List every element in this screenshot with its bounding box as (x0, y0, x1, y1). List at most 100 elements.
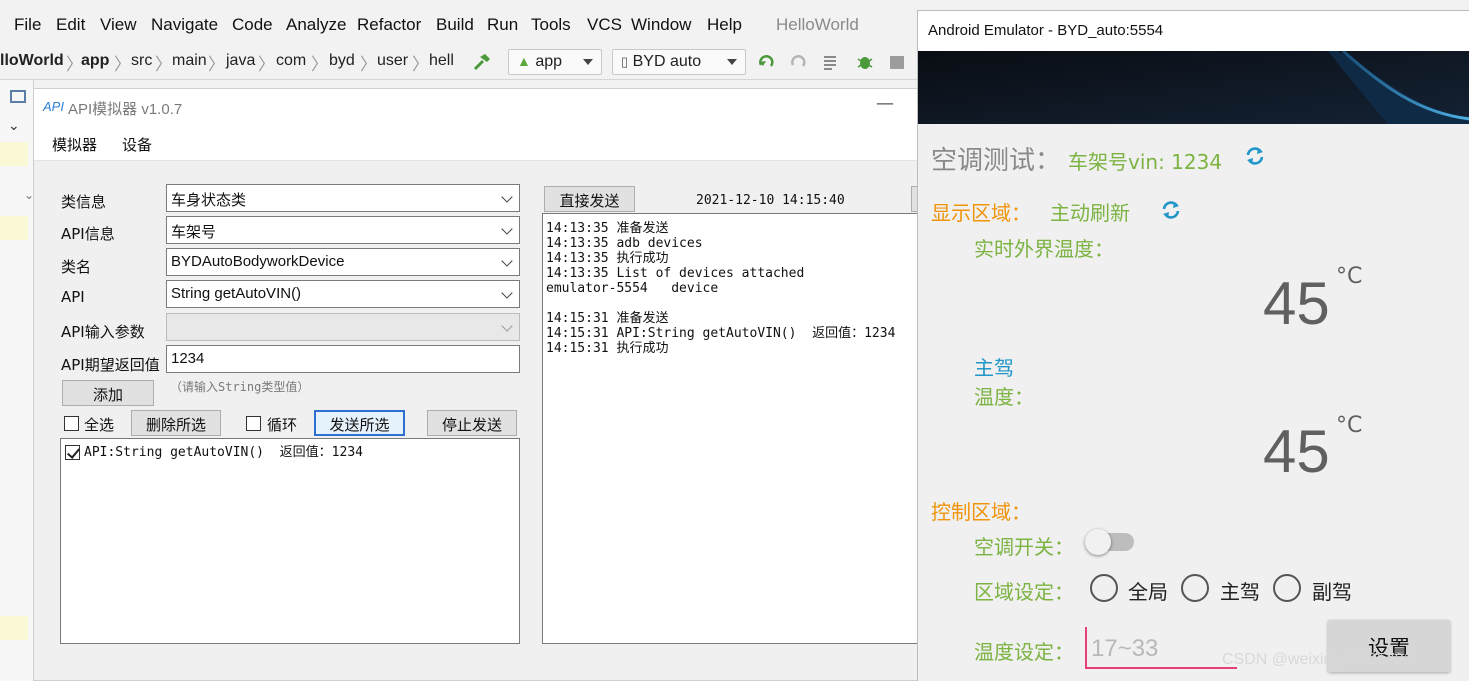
watermark: CSDN @weixin_43695721 (1222, 651, 1413, 668)
api-info-select[interactable]: 车架号 (166, 216, 520, 244)
breadcrumb-java[interactable]: java (226, 52, 255, 70)
direct-send-button[interactable]: 直接发送 (544, 186, 635, 212)
api-simulator-window: API API模拟器 v1.0.7 — 模拟器 设备 类信息 车身状态类 API… (33, 88, 923, 681)
breadcrumb-user[interactable]: user (377, 52, 408, 70)
android-icon: ▲ (517, 53, 531, 69)
driver-label: 主驾 (974, 356, 1014, 380)
zone-radio-driver[interactable] (1181, 574, 1209, 602)
zone-passenger-label[interactable]: 副驾 (1312, 576, 1352, 605)
menu-file[interactable]: File (14, 15, 41, 35)
api-info-label: API信息 (61, 225, 115, 243)
api-params-label: API输入参数 (61, 323, 145, 341)
loop-label[interactable]: 循环 (267, 414, 297, 435)
breadcrumb-module[interactable]: app (81, 52, 109, 70)
device-label: BYD auto (632, 53, 702, 70)
zone-driver-label[interactable]: 主驾 (1220, 576, 1260, 605)
api-window-title: API模拟器 v1.0.7 (68, 101, 183, 118)
class-name-label: 类名 (61, 258, 92, 276)
breadcrumb-src[interactable]: src (131, 52, 152, 70)
api-menubar: 模拟器 设备 (34, 125, 919, 161)
app-banner-image (918, 51, 1469, 124)
menu-tools[interactable]: Tools (531, 15, 571, 35)
ac-switch-thumb[interactable] (1085, 529, 1111, 555)
menu-refactor[interactable]: Refactor (357, 15, 421, 35)
breadcrumb-separator: 〉 (311, 55, 328, 75)
device-select[interactable]: ▯ BYD auto (612, 49, 746, 75)
menu-window[interactable]: Window (631, 15, 691, 35)
driver-temp-value: 45 (1263, 418, 1330, 485)
zone-all-label[interactable]: 全局 (1128, 576, 1168, 605)
display-area-label: 显示区域： (931, 201, 1031, 225)
class-name-select[interactable]: BYDAutoBodyworkDevice (166, 248, 520, 276)
zone-radio-passenger[interactable] (1273, 574, 1301, 602)
log-text: 14:13:35 准备发送 14:13:35 adb devices 14:13… (546, 221, 896, 356)
control-area-label: 控制区域： (931, 500, 1031, 524)
driver-temp-label: 温度： (974, 385, 1034, 409)
breadcrumb-hello[interactable]: hell (429, 52, 454, 70)
select-all-label[interactable]: 全选 (84, 414, 114, 435)
collapse-icon[interactable]: ⌄ (8, 118, 20, 134)
send-selected-button[interactable]: 发送所选 (314, 410, 405, 436)
class-info-select[interactable]: 车身状态类 (166, 184, 520, 212)
list-item-checkbox[interactable] (65, 445, 80, 460)
refresh-vin-icon[interactable] (1243, 144, 1267, 168)
select-all-checkbox[interactable] (64, 416, 79, 431)
chevron-down-icon (501, 287, 513, 299)
temp-setting-input[interactable]: 17~33 (1085, 627, 1237, 669)
breadcrumb-separator: 〉 (208, 55, 225, 75)
menu-help[interactable]: Help (707, 15, 742, 35)
minimize-icon[interactable]: — (876, 93, 894, 114)
menu-device[interactable]: 设备 (122, 134, 152, 155)
class-info-value: 车身状态类 (171, 192, 247, 209)
add-button[interactable]: 添加 (62, 380, 154, 406)
ide-navbar: lloWorld 〉 app 〉 src 〉 main 〉 java 〉 com… (0, 44, 920, 80)
expected-return-input[interactable]: 1234 (166, 345, 520, 373)
profile-icon[interactable] (887, 53, 907, 71)
debug-bug-icon[interactable] (855, 53, 875, 71)
api-select[interactable]: String getAutoVIN() (166, 280, 520, 308)
android-emulator-window: Android Emulator - BYD_auto:5554 空调测试： 车… (917, 10, 1469, 681)
temp-setting-placeholder: 17~33 (1091, 635, 1159, 662)
return-value-hint: （请输入String类型值） (170, 380, 310, 394)
apply-changes-icon[interactable] (757, 53, 777, 71)
loop-checkbox[interactable] (246, 416, 261, 431)
menu-view[interactable]: View (100, 15, 137, 35)
refresh-icon[interactable] (1159, 198, 1183, 222)
banner-graphic (918, 51, 1469, 124)
menu-edit[interactable]: Edit (56, 15, 85, 35)
ac-test-title: 空调测试： (931, 146, 1062, 176)
apply-code-changes-icon[interactable] (789, 53, 809, 71)
stop-send-button[interactable]: 停止发送 (427, 410, 517, 436)
delete-selected-button[interactable]: 删除所选 (131, 410, 221, 436)
menu-vcs[interactable]: VCS (587, 15, 622, 35)
menu-run[interactable]: Run (487, 15, 518, 35)
breadcrumb-separator: 〉 (360, 55, 377, 75)
run-config-select[interactable]: ▲ app (508, 49, 602, 75)
breadcrumb-byd[interactable]: byd (329, 52, 355, 70)
ide-left-gutter: ⌄ ⌄ (0, 80, 34, 681)
api-label: API (61, 288, 85, 306)
breadcrumb-separator: 〉 (258, 55, 275, 75)
menu-simulator[interactable]: 模拟器 (52, 134, 97, 155)
menu-navigate[interactable]: Navigate (151, 15, 218, 35)
breadcrumb-com[interactable]: com (276, 52, 306, 70)
zone-setting-label: 区域设定： (974, 580, 1074, 604)
api-params-select[interactable] (166, 313, 520, 341)
emulator-screen: 空调测试： 车架号vin: 1234 显示区域： 主动刷新 实时外界温度： 45… (918, 124, 1469, 681)
build-hammer-icon[interactable] (472, 53, 492, 71)
logcat-icon[interactable] (822, 53, 842, 71)
menu-build[interactable]: Build (436, 15, 474, 35)
menu-analyze[interactable]: Analyze (286, 15, 346, 35)
gutter-highlight (0, 142, 28, 166)
breadcrumb-project[interactable]: lloWorld (0, 52, 64, 70)
gutter-highlight (0, 216, 28, 240)
project-view-icon[interactable] (10, 90, 26, 103)
driver-temp-unit: °C (1336, 413, 1363, 438)
active-refresh-label[interactable]: 主动刷新 (1050, 197, 1130, 226)
api-value: String getAutoVIN() (171, 285, 302, 302)
emulator-title: Android Emulator - BYD_auto:5554 (928, 22, 1164, 39)
menu-code[interactable]: Code (232, 15, 273, 35)
zone-radio-all[interactable] (1090, 574, 1118, 602)
log-panel: 14:13:35 准备发送 14:13:35 adb devices 14:13… (542, 213, 922, 644)
breadcrumb-main[interactable]: main (172, 52, 207, 70)
